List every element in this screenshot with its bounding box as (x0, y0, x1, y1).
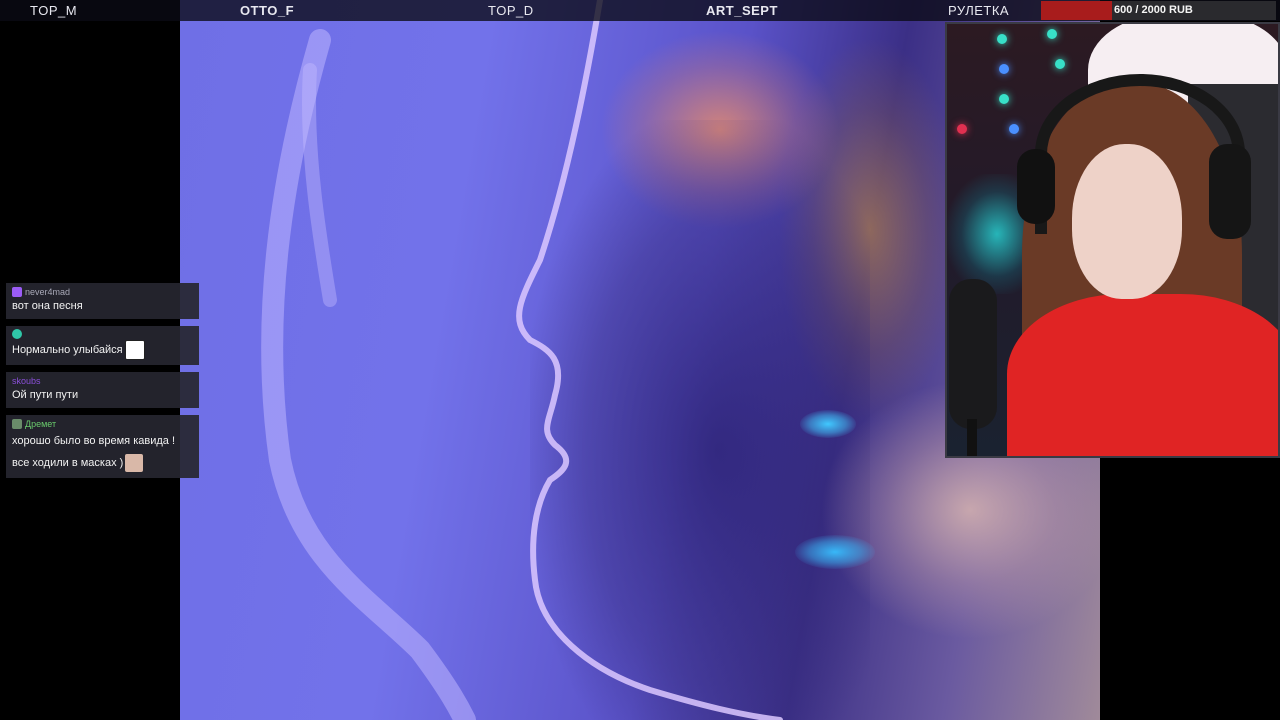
chat-username: never4mad (25, 287, 71, 297)
smile-emote-icon (124, 340, 145, 361)
chat-message: Нормально улыбайся (6, 326, 199, 365)
chat-username: skoubs (12, 376, 41, 386)
microphone-stand (967, 419, 977, 456)
chat-overlay: never4mad вот она песня Нормально улыбай… (6, 283, 199, 485)
chat-message-text: все ходили в масках ) (12, 457, 124, 469)
donation-goal-label: 600 / 2000 RUB (1114, 4, 1193, 16)
donation-goal-bar: 600 / 2000 RUB (1041, 1, 1276, 20)
chat-message: skoubs Ой пути пути (6, 372, 199, 408)
gem-badge-icon (12, 329, 22, 339)
headphone-earcup (1209, 144, 1251, 239)
webcam-led (1055, 59, 1065, 69)
chat-message: Дремет хорошо было во время кавида ! все… (6, 415, 199, 478)
empty-area (1100, 458, 1280, 720)
topbar-item-top-m: TOP_M (30, 3, 78, 18)
face-emote-icon (125, 454, 144, 473)
video-blue-light (795, 535, 875, 569)
headphone-earcup (1017, 149, 1055, 224)
topbar-item-art-sept: ART_SEPT (706, 3, 778, 18)
video-blue-light (800, 410, 856, 438)
topbar-item-top-d: TOP_D (488, 3, 534, 18)
chat-message-text: вот она песня (12, 300, 83, 312)
bits-badge-icon (12, 419, 22, 429)
topbar-item-roulette: РУЛЕТКА (948, 3, 1010, 18)
chat-username: Дремет (25, 419, 57, 429)
webcam-led (957, 124, 967, 134)
chat-message-text: хорошо было во время кавида ! (12, 435, 176, 447)
microphone-icon (949, 279, 997, 429)
webcam-led (997, 34, 1007, 44)
webcam-led (999, 64, 1009, 74)
topbar-item-otto-f: OTTO_F (240, 3, 295, 18)
donation-goal-fill (1041, 1, 1112, 20)
webcam-led (1047, 29, 1057, 39)
webcam-led (1009, 124, 1019, 134)
streamer-webcam (945, 22, 1280, 458)
stream-top-bar: TOP_M OTTO_F TOP_D ART_SEPT РУЛЕТКА 600 … (0, 0, 1280, 21)
webcam-led (999, 94, 1009, 104)
stream-stage: TOP_M OTTO_F TOP_D ART_SEPT РУЛЕТКА 600 … (0, 0, 1280, 720)
chat-message-text: Нормально улыбайся (12, 344, 123, 356)
chat-message: never4mad вот она песня (6, 283, 199, 319)
chat-message-text: Ой пути пути (12, 389, 79, 401)
star-badge-icon (12, 287, 22, 297)
webcam-person-shirt (1007, 294, 1278, 456)
